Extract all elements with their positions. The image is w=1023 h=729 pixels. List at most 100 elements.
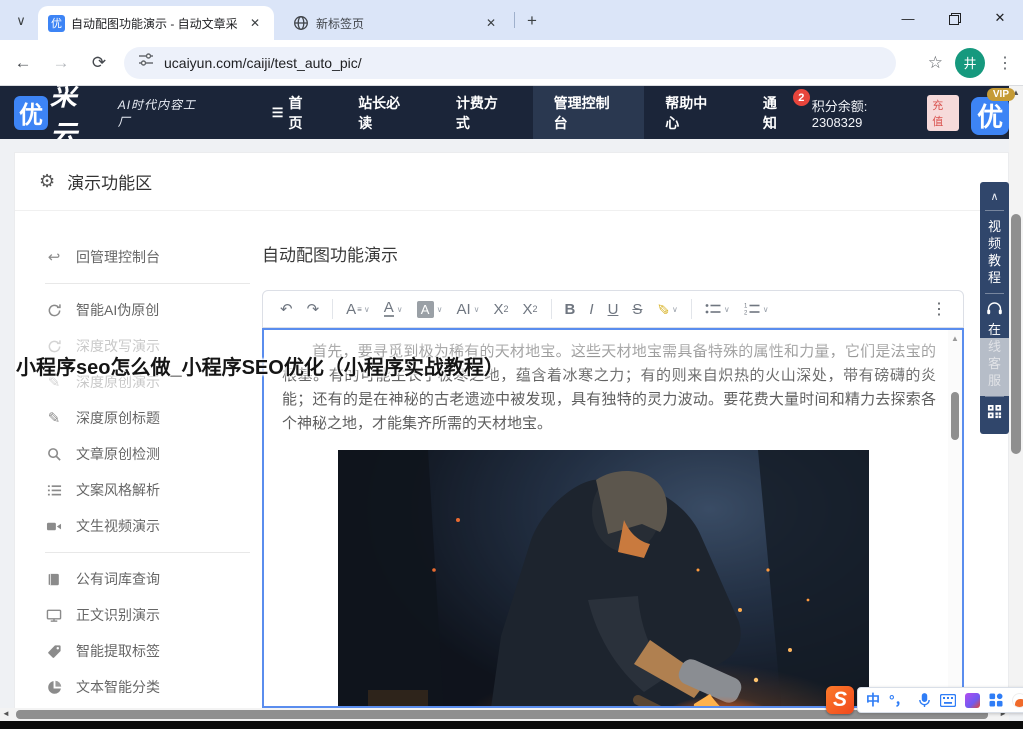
sidebar-item-label: 智能AI伪原创 xyxy=(76,300,159,320)
tab-close-icon[interactable]: ✕ xyxy=(246,14,264,32)
bold-button[interactable]: B xyxy=(558,291,583,327)
qr-code-icon[interactable] xyxy=(987,404,1002,424)
svg-text:2: 2 xyxy=(744,311,748,316)
sidebar-item-style-analysis[interactable]: 文案风格解析 xyxy=(45,472,250,508)
address-bar[interactable]: ucaiyun.com/caiji/test_auto_pic/ xyxy=(124,47,896,79)
blacksmith-image-art xyxy=(338,450,869,708)
account-avatar-wrap: VIP 优 xyxy=(971,91,1011,135)
bg-color-button[interactable]: A∨ xyxy=(410,291,450,327)
gear-icon: ⚙ xyxy=(39,171,55,192)
refresh-icon xyxy=(45,303,63,318)
main-nav: ☰ 首页 站长必读 计费方式 管理控制台 帮助中心 通知 2 xyxy=(251,86,812,139)
scroll-up-icon[interactable]: ▲ xyxy=(948,334,962,343)
editor-paragraph[interactable]: 首先，要寻觅到极为稀有的天材地宝。这些天材地宝需具备特殊的属性和力量，它们是法宝… xyxy=(264,330,962,436)
nav-item-help[interactable]: 帮助中心 xyxy=(644,86,742,139)
account-avatar[interactable]: 优 xyxy=(971,97,1009,135)
back-button[interactable]: ← xyxy=(8,48,38,78)
site-settings-icon[interactable] xyxy=(138,52,154,73)
sidebar-item-label: 智能提取标签 xyxy=(76,641,160,661)
nav-item-must-read[interactable]: 站长必读 xyxy=(337,86,435,139)
nav-item-home[interactable]: ☰ 首页 xyxy=(251,86,337,139)
window-controls: — ✕ xyxy=(885,0,1023,36)
tab-new-tab-page[interactable]: 新标签页 ✕ xyxy=(282,6,510,40)
sidebar: ↩ 回管理控制台 智能AI伪原创 深度改写演示 xyxy=(45,239,250,705)
undo-button[interactable]: ↶ xyxy=(273,291,300,327)
site-tagline: AI时代内容工厂 xyxy=(118,96,209,130)
font-size-button[interactable]: A≡∨ xyxy=(339,291,377,327)
sidebar-item-label: 文生视频演示 xyxy=(76,516,160,536)
sidebar-item-label: 文章原创检测 xyxy=(76,444,160,464)
pie-chart-icon xyxy=(45,680,63,695)
notification-badge: 2 xyxy=(793,89,810,106)
url-text[interactable]: ucaiyun.com/caiji/test_auto_pic/ xyxy=(164,55,362,71)
numbered-list-button[interactable]: 12 ∨ xyxy=(737,291,776,327)
editor-toolbar: ↶ ↷ A≡∨ A∨ A∨ AI∨ X2 X2 B I U S ✎∨ ∨ xyxy=(262,290,964,328)
ime-punctuation-toggle[interactable]: °， xyxy=(889,690,909,710)
sidebar-item-back-console[interactable]: ↩ 回管理控制台 xyxy=(45,239,250,275)
chevron-down-icon: ∨ xyxy=(397,305,403,314)
sidebar-item-label: 深度原创标题 xyxy=(76,408,160,428)
redo-button[interactable]: ↷ xyxy=(300,291,327,327)
sidebar-item-tag-extraction[interactable]: 智能提取标签 xyxy=(45,633,250,669)
italic-button[interactable]: I xyxy=(582,291,600,327)
ime-skin-icon[interactable] xyxy=(965,693,980,708)
sogou-logo-icon[interactable]: S xyxy=(826,686,854,714)
video-tutorial-button[interactable]: 视频教程 xyxy=(987,218,1002,286)
vertical-scroll-thumb[interactable] xyxy=(1011,214,1021,454)
bookmark-star-icon[interactable]: ☆ xyxy=(928,53,943,73)
tab-title: 新标签页 xyxy=(316,15,476,32)
header-account-area: 积分余额: 2308329 充值 VIP 优 xyxy=(812,91,1011,135)
site-logo-icon[interactable]: 优 xyxy=(14,96,48,130)
sidebar-divider xyxy=(45,283,250,284)
tab-close-icon[interactable]: ✕ xyxy=(482,14,500,32)
toolbar-more-button[interactable]: ⋮ xyxy=(925,299,953,319)
page-vertical-scrollbar[interactable]: ▲ xyxy=(1009,86,1023,708)
scroll-left-icon[interactable]: ◄ xyxy=(2,709,10,718)
close-button[interactable]: ✕ xyxy=(977,0,1023,36)
sidebar-item-body-recognition[interactable]: 正文识别演示 xyxy=(45,597,250,633)
microphone-icon[interactable] xyxy=(918,693,931,708)
browser-menu-icon[interactable]: ⋮ xyxy=(997,53,1013,73)
underline-button[interactable]: U xyxy=(601,291,626,327)
sidebar-item-text-classification[interactable]: 文本智能分类 xyxy=(45,669,250,705)
floating-seo-title-overlay: 小程序seo怎么做_小程序SEO优化（小程序实战教程） xyxy=(16,351,504,380)
sidebar-item-label: 回管理控制台 xyxy=(76,247,160,267)
profile-avatar[interactable]: 井 xyxy=(955,48,985,78)
reply-arrow-icon: ↩ xyxy=(45,248,63,266)
minimize-button[interactable]: — xyxy=(885,0,931,36)
strikethrough-button[interactable]: S xyxy=(625,291,649,327)
sidebar-item-originality-check[interactable]: 文章原创检测 xyxy=(45,436,250,472)
article-image[interactable] xyxy=(338,450,869,708)
font-color-button[interactable]: A∨ xyxy=(377,291,410,327)
back-to-top-button[interactable]: ∧ xyxy=(990,190,998,203)
sidebar-item-ai-rewrite[interactable]: 智能AI伪原创 xyxy=(45,292,250,328)
nav-item-notifications[interactable]: 通知 2 xyxy=(742,86,812,139)
letter-spacing-button[interactable]: AI∨ xyxy=(449,291,486,327)
nav-item-console[interactable]: 管理控制台 xyxy=(533,86,645,139)
chevron-down-icon: ∨ xyxy=(437,305,443,314)
restore-button[interactable] xyxy=(931,0,977,36)
editor-scrollbar[interactable]: ▲ xyxy=(948,330,962,706)
ime-tools-grid-icon[interactable] xyxy=(989,693,1003,707)
sidebar-item-original-title[interactable]: ✎ 深度原创标题 xyxy=(45,400,250,436)
ime-emoji-icon[interactable] xyxy=(1012,693,1023,708)
new-tab-button[interactable]: + xyxy=(520,9,544,33)
bullet-list-button[interactable]: ∨ xyxy=(698,291,737,327)
vip-badge: VIP xyxy=(987,88,1015,101)
ime-language-toggle[interactable]: 中 xyxy=(866,690,880,710)
superscript-button[interactable]: X2 xyxy=(516,291,545,327)
highlight-button[interactable]: ✎∨ xyxy=(649,291,684,327)
virtual-keyboard-icon[interactable] xyxy=(940,694,956,707)
editor-scroll-thumb[interactable] xyxy=(951,392,959,440)
chevron-down-icon: ∨ xyxy=(672,305,678,314)
sidebar-item-text-to-video[interactable]: 文生视频演示 xyxy=(45,508,250,544)
subscript-button[interactable]: X2 xyxy=(486,291,515,327)
tab-active[interactable]: 优 自动配图功能演示 - 自动文章采 ✕ xyxy=(38,6,274,40)
nav-item-pricing[interactable]: 计费方式 xyxy=(435,86,533,139)
sidebar-item-label: 公有词库查询 xyxy=(76,569,160,589)
ime-toolbar: S 中 °， xyxy=(826,686,1023,714)
tab-search-button[interactable]: ∨ xyxy=(8,8,34,34)
recharge-button[interactable]: 充值 xyxy=(927,95,959,131)
sidebar-item-public-lexicon[interactable]: 公有词库查询 xyxy=(45,561,250,597)
rich-text-editor[interactable]: 首先，要寻觅到极为稀有的天材地宝。这些天材地宝需具备特殊的属性和力量，它们是法宝… xyxy=(262,328,964,708)
